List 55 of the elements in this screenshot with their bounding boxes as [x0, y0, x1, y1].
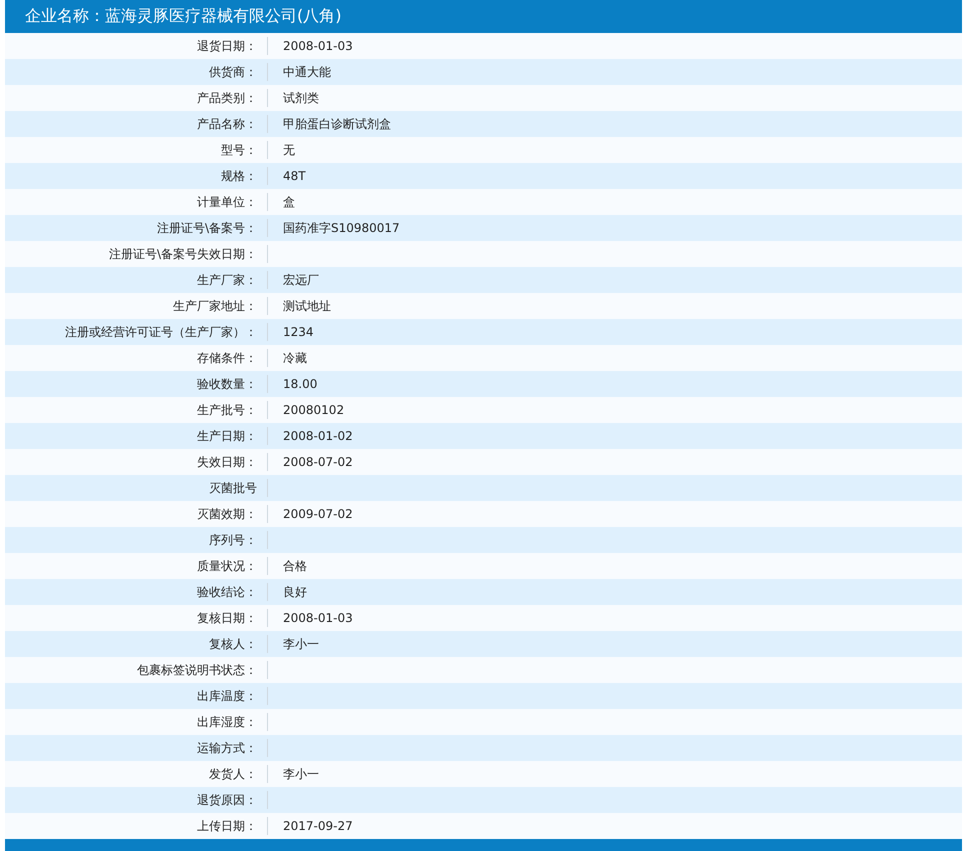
field-label: 复核日期： [197, 610, 257, 624]
field-value: 宏远厂 [283, 272, 319, 286]
field-label: 生产批号： [197, 402, 257, 416]
field-label: 失效日期： [197, 454, 257, 468]
field-label: 验收结论： [197, 584, 257, 598]
field-label: 退货原因： [197, 792, 257, 806]
field-label: 生产日期： [197, 428, 257, 442]
field-value: 2009-07-02 [283, 507, 353, 521]
field-label: 运输方式： [197, 740, 257, 754]
field-value: 1234 [283, 325, 314, 339]
field-label: 注册或经营许可证号（生产厂家）： [65, 324, 257, 338]
field-value: 2008-01-03 [283, 611, 353, 625]
field-value: 2017-09-27 [283, 819, 353, 833]
field-label: 产品名称： [197, 116, 257, 130]
field-label: 验收数量： [197, 376, 257, 390]
field-value: 18.00 [283, 377, 318, 391]
field-label: 生产厂家地址： [173, 298, 257, 312]
field-value: 李小一 [283, 636, 319, 650]
field-value: 盒 [283, 194, 295, 208]
field-label: 出库湿度： [197, 714, 257, 728]
company-title: 企业名称：蓝海灵豚医疗器械有限公司(八角) [25, 6, 342, 27]
field-value: 合格 [283, 558, 307, 572]
field-value: 2008-01-03 [283, 39, 353, 53]
field-label: 出库温度： [197, 688, 257, 702]
field-value: 甲胎蛋白诊断试剂盒 [283, 116, 391, 130]
field-label: 供货商： [209, 64, 257, 78]
field-label: 注册证号\备案号失效日期： [108, 246, 257, 260]
field-label: 发货人： [209, 766, 257, 780]
field-label: 存储条件： [197, 350, 257, 364]
field-label: 注册证号\备案号： [156, 220, 257, 234]
field-value: 中通大能 [283, 64, 331, 78]
field-label: 包裹标签说明书状态： [137, 662, 257, 676]
field-value: 2008-07-02 [283, 455, 353, 469]
field-value: 无 [283, 142, 295, 156]
field-label: 复核人： [209, 636, 257, 650]
field-value: 冷藏 [283, 350, 307, 364]
field-label: 退货日期： [197, 38, 257, 52]
field-label: 产品类别： [197, 90, 257, 104]
field-label: 型号： [221, 142, 257, 156]
field-label: 灭菌批号 [209, 480, 257, 494]
field-value: 试剂类 [283, 90, 319, 104]
field-label: 规格： [221, 168, 257, 182]
field-value: 良好 [283, 584, 307, 598]
field-value: 48T [283, 169, 306, 183]
field-label: 上传日期： [197, 818, 257, 832]
field-value: 20080102 [283, 403, 344, 417]
field-label: 灭菌效期： [197, 506, 257, 520]
field-value: 测试地址 [283, 298, 331, 312]
field-label: 序列号： [209, 532, 257, 546]
field-value: 李小一 [283, 766, 319, 780]
field-label: 质量状况： [197, 558, 257, 572]
field-value: 2008-01-02 [283, 429, 353, 443]
field-label: 生产厂家： [197, 272, 257, 286]
field-label: 计量单位： [197, 194, 257, 208]
field-value: 国药准字S10980017 [283, 220, 400, 234]
